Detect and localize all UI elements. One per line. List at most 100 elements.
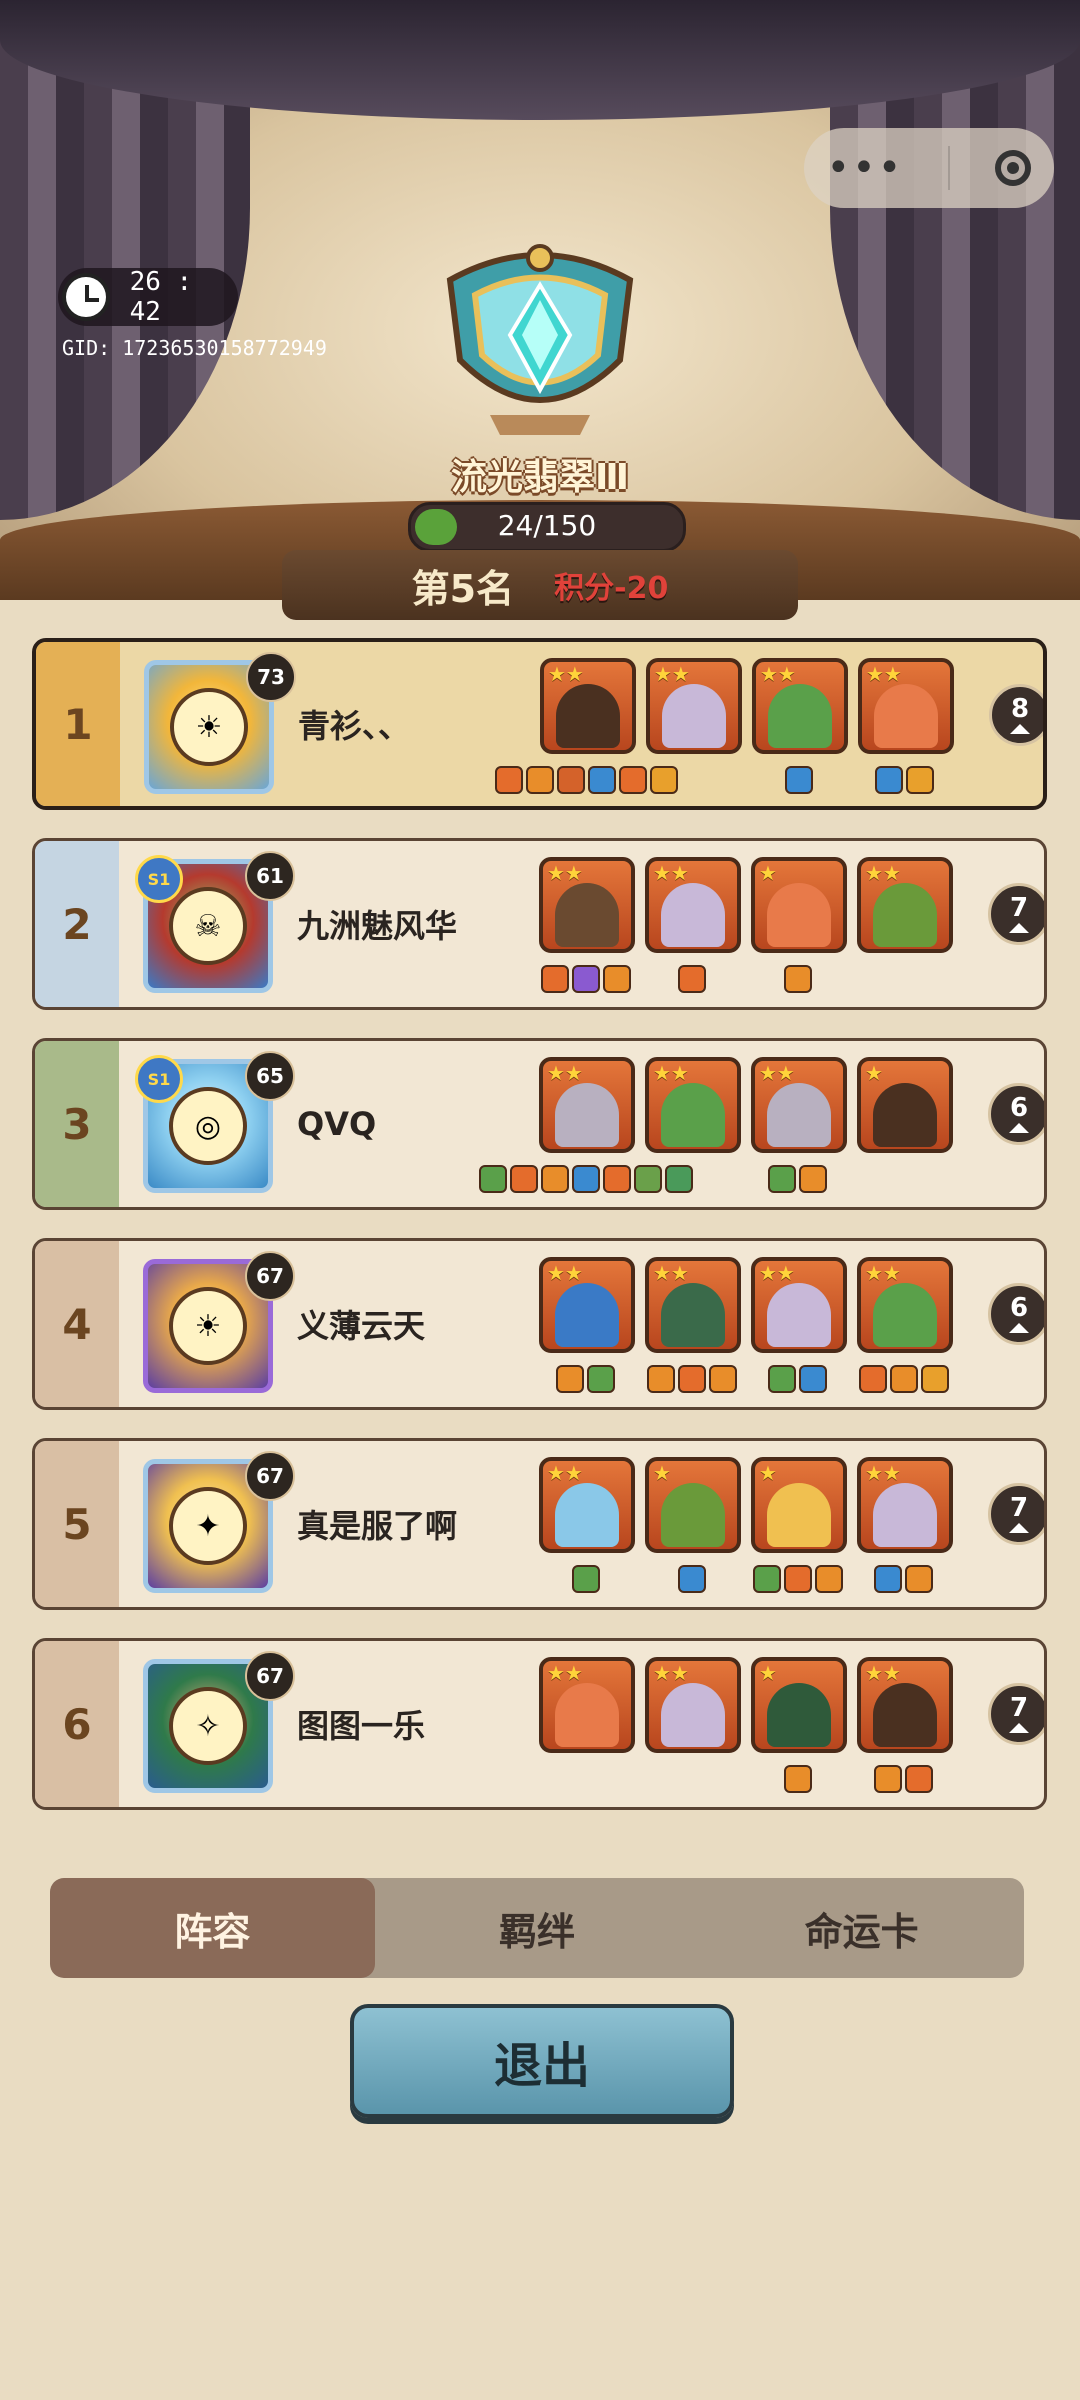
equipment-icon[interactable] [602,1165,631,1193]
star-level: ★★ [865,1261,901,1285]
equipment-icon[interactable] [664,1165,693,1193]
equipment-icon[interactable] [799,1365,827,1393]
unit-card[interactable]: ★★ [539,1257,635,1353]
unit-card[interactable]: ★★ [540,658,636,754]
hero-portrait-icon [555,1483,619,1547]
season-badge: S1 [135,855,183,903]
item-list [784,766,813,796]
hero-portrait-icon [555,1083,619,1147]
equipment-icon[interactable] [650,766,678,794]
unit-card[interactable]: ★★ [645,1057,741,1153]
equipment-icon[interactable] [768,1365,796,1393]
equipment-icon[interactable] [556,1365,584,1393]
tab-fate-card[interactable]: 命运卡 [699,1878,1024,1978]
clock-icon [62,273,110,321]
equipment-icon[interactable] [646,1365,675,1393]
equipment-icon[interactable] [905,1765,933,1793]
equipment-icon[interactable] [495,766,523,794]
unit-card[interactable]: ★★ [645,857,741,953]
avatar-face-icon: ☠ [169,887,247,965]
item-list [768,1365,827,1395]
equipment-icon[interactable] [889,1365,918,1393]
equipment-icon[interactable] [571,965,600,993]
unit-card[interactable]: ★ [645,1457,741,1553]
tab-lineup[interactable]: 阵容 [50,1878,375,1978]
unit-card[interactable]: ★★ [645,1257,741,1353]
equipment-icon[interactable] [478,1165,507,1193]
unit-card[interactable]: ★★ [752,658,848,754]
player-row[interactable]: 2 ☠ S1 61 九洲魅风华 ★★ ★★ ★ ★★ 7 [32,838,1047,1010]
equipment-icon[interactable] [814,1565,843,1593]
equipment-icon[interactable] [677,965,706,993]
unit-card[interactable]: ★ [751,1457,847,1553]
equipment-icon[interactable] [557,766,585,794]
equipment-icon[interactable] [784,766,813,794]
equipment-icon[interactable] [571,1165,600,1193]
unit-card[interactable]: ★★ [646,658,742,754]
unit-card[interactable]: ★★ [751,1057,847,1153]
unit-card[interactable]: ★★ [539,857,635,953]
unit-card[interactable]: ★★ [857,1257,953,1353]
unit-card[interactable]: ★★ [857,857,953,953]
equipment-icon[interactable] [783,965,812,993]
unit-card[interactable]: ★★ [857,1457,953,1553]
player-row[interactable]: 5 ✦ 67 真是服了啊 ★★ ★ ★ ★★ 7 [32,1438,1047,1610]
unit-card[interactable]: ★ [751,857,847,953]
unit-card[interactable]: ★★ [539,1057,635,1153]
equipment-icon[interactable] [799,1165,827,1193]
equipment-icon[interactable] [752,1565,781,1593]
tab-synergy[interactable]: 羁绊 [375,1878,700,1978]
more-icon[interactable]: ••• [827,145,904,191]
rank-number: 1 [36,642,120,806]
equipment-icon[interactable] [874,1565,902,1593]
unit-card[interactable]: ★★ [858,658,954,754]
item-list [875,766,934,796]
equipment-icon[interactable] [677,1365,706,1393]
equipment-icon[interactable] [540,965,569,993]
rank-number: 5 [35,1441,119,1607]
up-arrow-icon [1009,1723,1029,1733]
hero-portrait-icon [661,883,725,947]
unit-card[interactable]: ★ [857,1057,953,1153]
player-row[interactable]: 3 ◎ S1 65 QVQ ★★ ★★ ★★ ★ 6 [32,1038,1047,1210]
equipment-icon[interactable] [587,1365,615,1393]
equipment-icon[interactable] [875,766,903,794]
hero-portrait-icon [873,1283,937,1347]
equipment-icon[interactable] [602,965,631,993]
star-level: ★★ [547,1661,583,1685]
round-number: 7 [1009,1493,1029,1523]
equipment-icon[interactable] [783,1565,812,1593]
equipment-icon[interactable] [858,1365,887,1393]
unit-card[interactable]: ★ [751,1657,847,1753]
star-level: ★★ [653,1261,689,1285]
unit-card[interactable]: ★★ [539,1657,635,1753]
equipment-icon[interactable] [905,1565,933,1593]
equipment-icon[interactable] [633,1165,662,1193]
item-list [874,1565,933,1595]
result-bar: 第5名 积分-20 [282,550,798,620]
item-list [571,1565,600,1595]
progress-text: 24/150 [497,509,597,542]
player-row[interactable]: 6 ✧ 67 图图一乐 ★★ ★★ ★ ★★ 7 [32,1638,1047,1810]
unit-card[interactable]: ★★ [645,1657,741,1753]
unit-card[interactable]: ★★ [857,1657,953,1753]
unit-card[interactable]: ★★ [539,1457,635,1553]
equipment-icon[interactable] [768,1165,796,1193]
equipment-icon[interactable] [619,766,647,794]
equipment-icon[interactable] [509,1165,538,1193]
player-row[interactable]: 4 ☀ 67 义薄云天 ★★ ★★ ★★ ★★ 6 [32,1238,1047,1410]
equipment-icon[interactable] [708,1365,737,1393]
exit-button[interactable]: 退出 [350,2004,734,2118]
player-row[interactable]: 1 ☀ 73 青衫、、 ★★ ★★ ★★ ★★ 8 [32,638,1047,810]
equipment-icon[interactable] [540,1165,569,1193]
equipment-icon[interactable] [874,1765,902,1793]
unit-card[interactable]: ★★ [751,1257,847,1353]
close-target-icon[interactable] [995,150,1032,186]
equipment-icon[interactable] [571,1565,600,1593]
equipment-icon[interactable] [783,1765,812,1793]
equipment-icon[interactable] [920,1365,949,1393]
equipment-icon[interactable] [526,766,554,794]
equipment-icon[interactable] [677,1565,706,1593]
equipment-icon[interactable] [906,766,934,794]
equipment-icon[interactable] [588,766,616,794]
